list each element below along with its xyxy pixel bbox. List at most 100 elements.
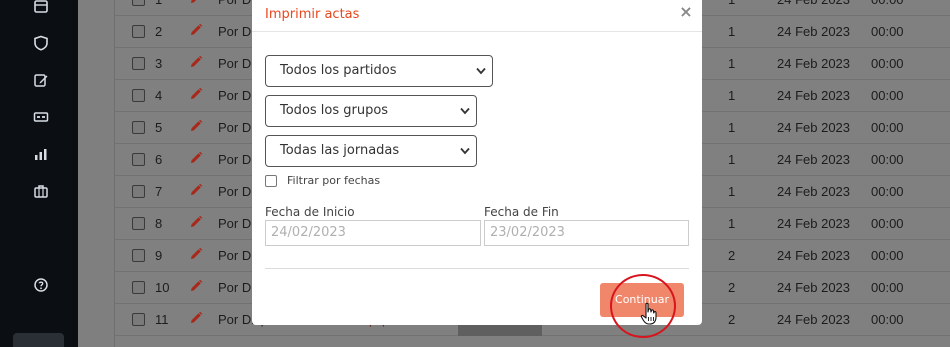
match-date: 24 Feb 2023 — [777, 312, 851, 327]
jornada-number: 1 — [728, 0, 735, 7]
fecha-inicio-input[interactable]: 24/02/2023 — [265, 220, 481, 246]
fecha-inicio-label: Fecha de Inicio — [265, 205, 355, 219]
match-date: 24 Feb 2023 — [777, 88, 851, 103]
match-status: Por D — [218, 56, 252, 71]
match-time: 00:00 — [871, 216, 904, 231]
row-number: 9 — [155, 248, 163, 263]
pencil-icon[interactable] — [189, 55, 203, 69]
row-number: 4 — [155, 88, 163, 103]
row-number: 10 — [155, 280, 170, 295]
modal-title: Imprimir actas — [265, 7, 360, 22]
row-number: 7 — [155, 184, 163, 199]
match-time: 00:00 — [871, 88, 904, 103]
match-status: Por D — [218, 88, 252, 103]
match-time: 00:00 — [871, 280, 904, 295]
print-actas-modal: Imprimir actas × Todos los partidos Todo… — [252, 0, 702, 338]
row-checkbox[interactable] — [132, 185, 145, 198]
jornada-number: 2 — [728, 280, 736, 295]
match-date: 24 Feb 2023 — [777, 152, 851, 167]
chevron-down-icon — [460, 147, 470, 155]
match-time: 00:00 — [871, 248, 904, 263]
edit-icon[interactable] — [33, 72, 49, 88]
close-icon[interactable]: × — [679, 4, 693, 20]
sidebar-user-button[interactable] — [13, 333, 64, 347]
match-status: Por D — [218, 24, 252, 39]
match-time: 00:00 — [871, 312, 904, 327]
pencil-icon[interactable] — [189, 87, 203, 101]
match-status: Por D — [218, 184, 252, 199]
match-status: Por D — [218, 248, 252, 263]
match-time: 00:00 — [871, 152, 904, 167]
match-status: Por D — [218, 0, 251, 7]
row-number: 11 — [155, 312, 169, 327]
jornada-number: 1 — [728, 88, 736, 103]
row-checkbox[interactable] — [132, 249, 145, 262]
match-status: Por D — [218, 152, 252, 167]
jornada-number: 1 — [728, 56, 736, 71]
filter-by-dates-label: Filtrar por fechas — [287, 174, 381, 187]
hand-cursor-icon — [640, 302, 657, 325]
row-checkbox[interactable] — [132, 121, 145, 134]
row-number: 5 — [155, 120, 163, 135]
sidebar — [0, 0, 78, 347]
match-status: Por D — [218, 216, 252, 231]
match-time: 00:00 — [871, 56, 904, 71]
partidos-select[interactable]: Todos los partidos — [265, 55, 493, 87]
shield-icon[interactable] — [33, 35, 49, 51]
jornada-number: 1 — [728, 24, 736, 39]
jornada-number: 2 — [728, 312, 736, 327]
jornadas-select[interactable]: Todas las jornadas — [265, 135, 477, 167]
jornada-number: 1 — [728, 152, 736, 167]
grupos-select[interactable]: Todos los grupos — [265, 95, 477, 127]
bar-chart-icon[interactable] — [33, 146, 49, 162]
match-date: 24 Feb 2023 — [777, 0, 850, 7]
match-status: Por D — [218, 280, 252, 295]
match-date: 24 Feb 2023 — [777, 120, 851, 135]
row-checkbox[interactable] — [132, 313, 145, 326]
filter-by-dates-checkbox[interactable] — [265, 175, 277, 187]
fecha-fin-input[interactable]: 23/02/2023 — [484, 220, 689, 246]
jornada-number: 1 — [728, 184, 736, 199]
row-number: 3 — [155, 56, 163, 71]
match-time: 00:00 — [871, 0, 904, 7]
pencil-icon[interactable] — [189, 23, 203, 37]
pencil-icon[interactable] — [189, 183, 203, 197]
pencil-icon[interactable] — [189, 0, 203, 5]
calendar-icon[interactable] — [33, 0, 49, 14]
match-date: 24 Feb 2023 — [777, 56, 851, 71]
row-checkbox[interactable] — [132, 281, 145, 294]
jornada-number: 1 — [728, 216, 736, 231]
chevron-down-icon — [460, 107, 470, 115]
pencil-icon[interactable] — [189, 151, 203, 165]
pencil-icon[interactable] — [189, 119, 203, 133]
jornada-number: 1 — [728, 120, 736, 135]
jornada-number: 2 — [728, 248, 736, 263]
jornadas-select-value: Todas las jornadas — [280, 143, 400, 158]
match-time: 00:00 — [871, 184, 904, 199]
row-number: 1 — [155, 0, 162, 7]
match-date: 24 Feb 2023 — [777, 184, 851, 199]
pencil-icon[interactable] — [189, 311, 203, 325]
briefcase-icon[interactable] — [33, 183, 49, 199]
match-date: 24 Feb 2023 — [777, 216, 851, 231]
help-icon[interactable] — [33, 277, 49, 293]
modal-header-divider — [252, 31, 702, 32]
pencil-icon[interactable] — [189, 247, 203, 261]
row-number: 2 — [155, 24, 163, 39]
match-time: 00:00 — [871, 120, 904, 135]
modal-footer-divider — [265, 268, 689, 269]
row-checkbox[interactable] — [132, 57, 145, 70]
partidos-select-value: Todos los partidos — [280, 63, 397, 78]
pencil-icon[interactable] — [189, 215, 203, 229]
row-checkbox[interactable] — [132, 217, 145, 230]
match-status: Por D — [218, 120, 252, 135]
row-checkbox[interactable] — [132, 153, 145, 166]
fecha-fin-label: Fecha de Fin — [484, 205, 559, 219]
row-checkbox[interactable] — [132, 0, 145, 6]
match-date: 24 Feb 2023 — [777, 24, 851, 39]
row-checkbox[interactable] — [132, 25, 145, 38]
row-checkbox[interactable] — [132, 89, 145, 102]
grupos-select-value: Todos los grupos — [280, 103, 389, 118]
pencil-icon[interactable] — [189, 279, 203, 293]
ticket-icon[interactable] — [33, 109, 49, 125]
